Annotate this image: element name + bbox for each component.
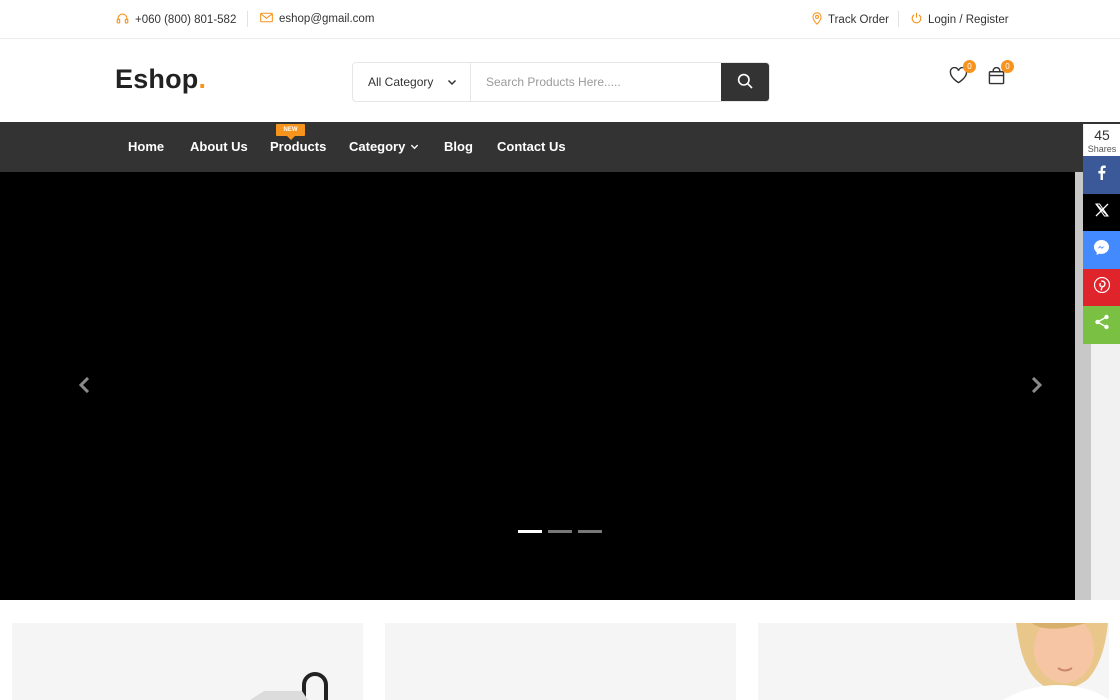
chevron-left-icon	[78, 376, 91, 398]
nav-item-label: Home	[128, 139, 165, 154]
logo-text: Eshop	[115, 64, 199, 94]
new-badge: NEW	[276, 124, 305, 140]
track-order-link[interactable]: Track Order	[812, 12, 889, 28]
facebook-share-button[interactable]	[1083, 156, 1120, 194]
product-card[interactable]	[12, 623, 363, 700]
cart-button[interactable]: 0	[984, 60, 1014, 90]
email-contact[interactable]: eshop@gmail.com	[260, 12, 374, 26]
share-count: 45	[1094, 127, 1110, 143]
handbag-image	[250, 672, 328, 700]
slider-next-button[interactable]	[1026, 376, 1046, 398]
main-header: Eshop. All Category 0 0	[0, 39, 1120, 122]
nav-item-products[interactable]: Products	[270, 139, 326, 154]
share-count-box: 45 Shares	[1083, 124, 1120, 156]
category-select[interactable]: All Category	[353, 63, 471, 101]
hero-slider	[0, 172, 1075, 600]
slider-dot[interactable]	[518, 530, 542, 533]
nav-item-about-us[interactable]: About Us	[190, 139, 248, 154]
nav-item-label: Blog	[444, 139, 473, 154]
main-navigation: Home About Us Products Category Blog Con…	[0, 122, 1120, 172]
category-select-value: All Category	[368, 75, 434, 89]
chevron-down-icon	[410, 139, 419, 154]
pinterest-icon	[1093, 276, 1110, 298]
power-icon	[911, 12, 922, 27]
topbar-divider	[898, 11, 899, 27]
generic-share-button[interactable]	[1083, 306, 1120, 344]
messenger-icon	[1093, 239, 1110, 261]
slider-dot[interactable]	[548, 530, 572, 533]
logo-dot: .	[198, 64, 207, 94]
topbar-divider	[247, 11, 248, 27]
headset-icon	[116, 12, 129, 28]
nav-item-contact-us[interactable]: Contact Us	[497, 139, 566, 154]
social-share-bar: 45 Shares	[1083, 124, 1120, 344]
envelope-icon	[260, 12, 273, 26]
search-bar: All Category	[352, 62, 770, 102]
product-card[interactable]	[758, 623, 1109, 700]
nav-item-label: Products	[270, 139, 327, 154]
x-share-button[interactable]	[1083, 193, 1120, 231]
nav-item-label: Contact Us	[497, 139, 566, 154]
wishlist-count-badge: 0	[963, 60, 976, 73]
pinterest-share-button[interactable]	[1083, 268, 1120, 306]
location-pin-icon	[812, 12, 822, 28]
chevron-down-icon	[447, 76, 457, 90]
x-twitter-icon	[1094, 203, 1109, 222]
product-card[interactable]	[385, 623, 736, 700]
phone-number: +060 (800) 801-582	[135, 14, 237, 26]
facebook-icon	[1097, 165, 1106, 185]
share-label: Shares	[1087, 144, 1117, 154]
slider-prev-button[interactable]	[75, 376, 95, 398]
slider-dot[interactable]	[578, 530, 602, 533]
nav-item-blog[interactable]: Blog	[444, 139, 473, 154]
nav-item-label: About Us	[190, 139, 248, 154]
top-bar: +060 (800) 801-582 eshop@gmail.com Track…	[0, 0, 1120, 39]
login-register-link[interactable]: Login / Register	[911, 12, 1009, 27]
site-logo[interactable]: Eshop.	[115, 64, 206, 95]
wishlist-button[interactable]: 0	[946, 60, 976, 90]
slider-dots	[518, 530, 602, 533]
chevron-right-icon	[1030, 376, 1043, 398]
email-address: eshop@gmail.com	[279, 13, 375, 25]
phone-contact[interactable]: +060 (800) 801-582	[116, 12, 236, 28]
track-order-label: Track Order	[828, 14, 889, 26]
share-icon	[1094, 314, 1110, 335]
login-register-label: Login / Register	[928, 13, 1009, 26]
search-icon	[737, 73, 753, 92]
search-input[interactable]	[471, 63, 721, 101]
messenger-share-button[interactable]	[1083, 231, 1120, 269]
nav-item-home[interactable]: Home	[128, 139, 164, 154]
cart-count-badge: 0	[1001, 60, 1014, 73]
nav-item-label: Category	[349, 139, 406, 154]
model-image	[1003, 623, 1109, 700]
nav-item-category[interactable]: Category	[349, 139, 419, 154]
search-button[interactable]	[721, 63, 769, 101]
